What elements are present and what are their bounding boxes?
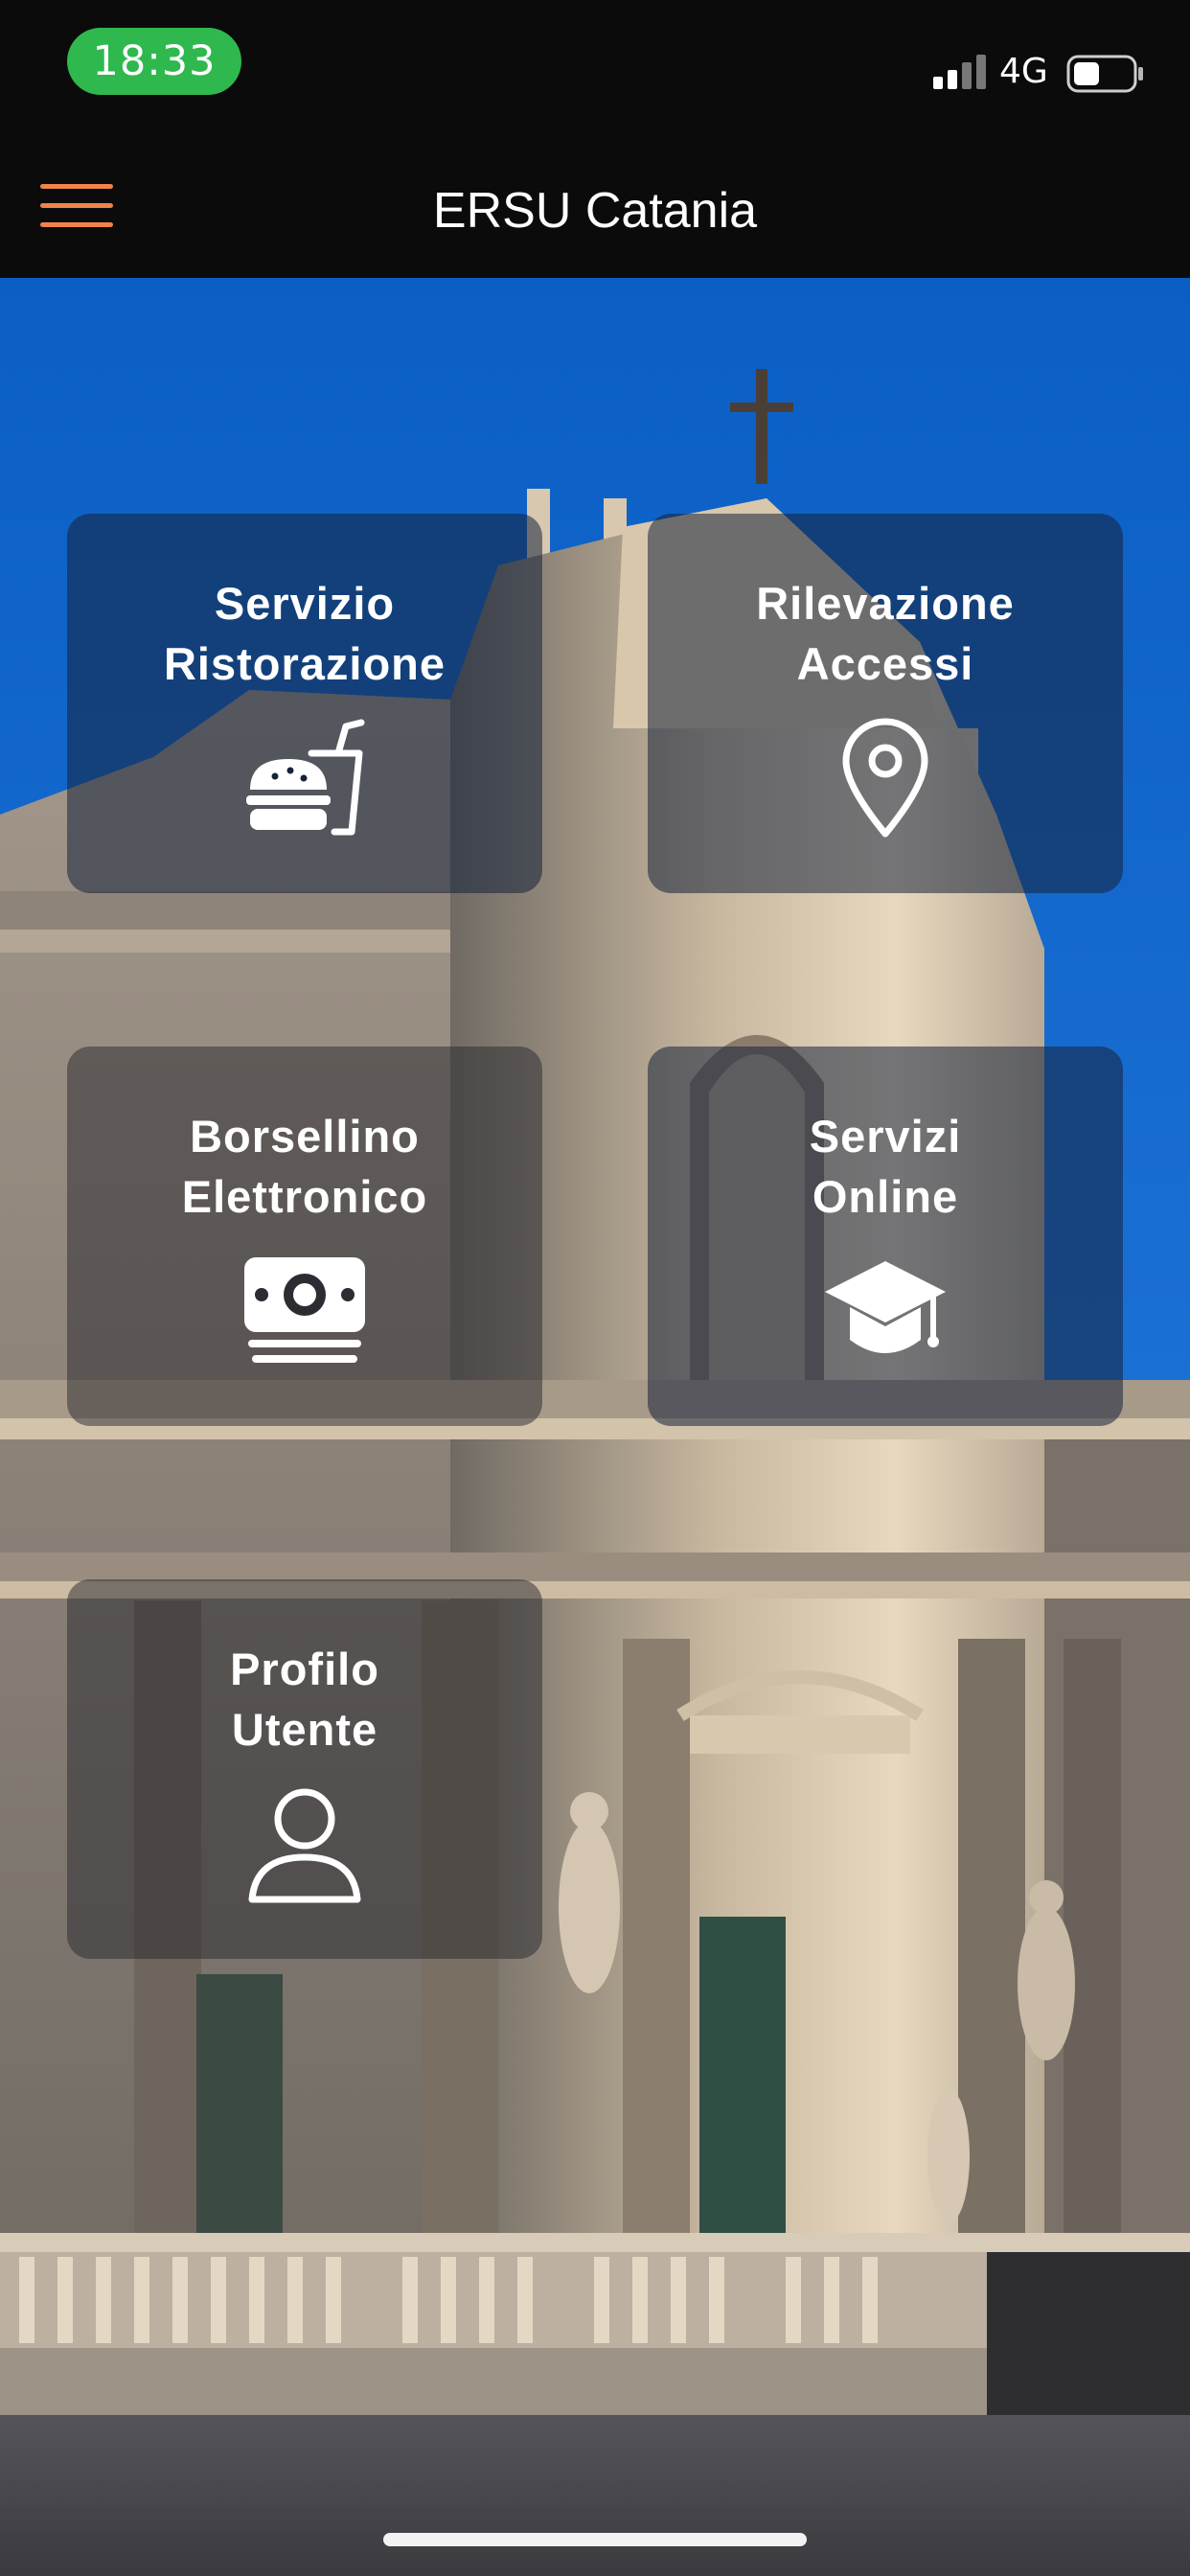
tile-servizi-online[interactable]: Servizi Online xyxy=(648,1046,1123,1426)
tile-label: Rilevazione Accessi xyxy=(756,578,1015,689)
food-drink-icon xyxy=(246,719,365,836)
money-icon xyxy=(244,1257,365,1363)
tile-label: Servizio Ristorazione xyxy=(163,578,446,689)
status-time: 18:33 xyxy=(67,28,241,95)
tile-profilo-utente[interactable]: Profilo Utente xyxy=(67,1579,542,1959)
page-title: ERSU Catania xyxy=(432,183,758,239)
tile-servizio-ristorazione[interactable]: Servizio Ristorazione xyxy=(67,514,542,893)
battery-icon xyxy=(1066,55,1143,93)
network-type: 4G xyxy=(999,52,1048,91)
tile-label: Borsellino Elettronico xyxy=(181,1111,428,1222)
tile-borsellino-elettronico[interactable]: Borsellino Elettronico xyxy=(67,1046,542,1426)
signal-icon xyxy=(933,55,986,89)
status-bar: 18:33 4G xyxy=(0,0,1190,125)
location-pin-icon xyxy=(842,718,928,838)
tile-label: Servizi Online xyxy=(809,1111,962,1222)
graduation-cap-icon xyxy=(825,1261,946,1353)
tile-label: Profilo Utente xyxy=(230,1644,379,1755)
tile-rilevazione-accessi[interactable]: Rilevazione Accessi xyxy=(648,514,1123,893)
navigation-bar: ERSU Catania xyxy=(0,125,1190,278)
home-indicator[interactable] xyxy=(383,2533,807,2546)
user-icon xyxy=(248,1788,361,1903)
